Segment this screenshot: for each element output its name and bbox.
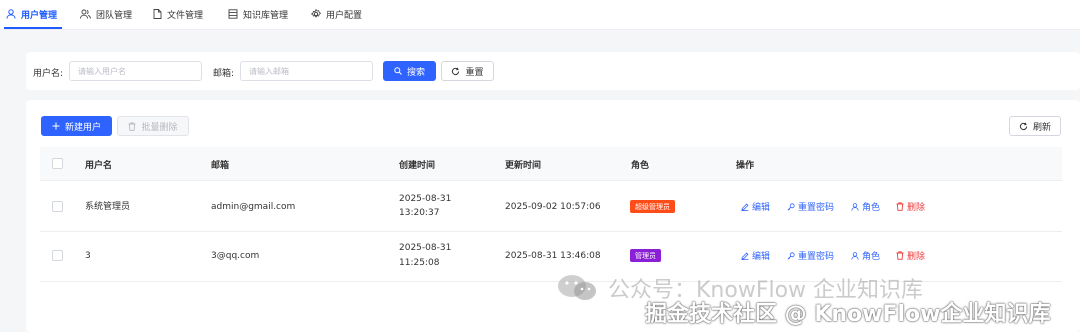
tab-label: 用户配置 [326,10,363,21]
user-icon [851,251,859,260]
row-divider [40,231,1062,232]
column-header-role[interactable]: 角色 [631,158,649,171]
tab-label: 文件管理 [167,10,204,21]
cell-email: 3@qq.com [211,251,260,261]
search-button-label: 搜索 [406,67,425,78]
tab-label: 用户管理 [21,10,58,21]
row-checkbox[interactable] [52,250,63,261]
tab-team-management[interactable]: 团队管理 [80,6,132,22]
file-icon [153,9,162,19]
reset-password-action[interactable]: 重置密码 [787,200,834,213]
column-header-username[interactable]: 用户名 [85,158,112,171]
wechat-icon [556,274,600,302]
delete-label: 删除 [907,252,926,262]
cell-updated: 2025-08-31 13:46:08 [505,251,601,261]
select-all-checkbox[interactable] [52,158,63,169]
tab-user-config[interactable]: 用户配置 [311,6,362,22]
user-icon [851,202,859,211]
cell-username: 3 [85,251,91,261]
tab-user-management[interactable]: 用户管理 [6,6,57,22]
refresh-icon [1019,122,1028,131]
username-filter-label: 用户名: [33,69,64,79]
tab-label: 知识库管理 [243,10,289,21]
role-label: 角色 [862,252,881,262]
batch-delete-label: 批量删除 [141,122,178,133]
email-search-input[interactable]: 请输入邮箱 [240,61,373,81]
role-action[interactable]: 角色 [851,200,880,213]
cell-email: admin@gmail.com [211,202,296,212]
reset-password-label: 重置密码 [798,203,835,213]
search-icon [394,67,402,75]
plus-icon [52,122,60,130]
tab-label: 团队管理 [96,10,133,21]
refresh-label: 刷新 [1032,122,1051,133]
tab-file-management[interactable]: 文件管理 [153,6,203,22]
refresh-button[interactable]: 刷新 [1009,116,1061,136]
database-icon [228,9,238,19]
delete-action[interactable]: 删除 [896,200,925,213]
reset-password-label: 重置密码 [798,252,835,262]
edit-label: 编辑 [752,203,771,213]
refresh-icon [451,67,460,76]
cell-username: 系统管理员 [85,202,131,212]
column-header-created[interactable]: 创建时间 [399,158,435,171]
batch-delete-button[interactable]: 批量删除 [117,116,189,136]
edit-action[interactable]: 编辑 [741,249,770,262]
tab-bar: 用户管理 团队管理 文件管理 知识库管理 用户配置 [0,0,1080,30]
email-filter-label: 邮箱: [213,69,235,79]
role-badge: 管理员 [630,249,661,262]
cell-updated: 2025-09-02 10:57:06 [505,202,601,212]
username-search-input[interactable]: 请输入用户名 [69,61,202,81]
new-user-button[interactable]: 新建用户 [41,116,112,136]
key-icon [787,202,795,211]
edit-icon [741,252,749,260]
edit-icon [741,203,749,211]
user-icon [6,9,16,19]
delete-action[interactable]: 删除 [896,249,925,262]
table-header [40,147,1062,181]
edit-label: 编辑 [752,252,771,262]
column-header-updated[interactable]: 更新时间 [505,158,541,171]
column-header-actions: 操作 [736,161,755,171]
cell-created-time: 11:25:08 [399,258,440,268]
trash-icon [128,121,136,131]
gear-icon [311,9,321,19]
active-tab-indicator [4,27,62,29]
cell-created-date: 2025-08-31 [399,243,452,253]
watermark-juejin: 掘金技术社区 @ KnowFlow企业知识库 [645,302,1051,327]
reset-button-label: 重置 [465,67,484,78]
column-header-email[interactable]: 邮箱 [211,158,229,171]
tab-knowledge-base[interactable]: 知识库管理 [228,6,288,22]
search-button[interactable]: 搜索 [383,61,436,81]
role-badge: 超级管理员 [630,200,675,213]
cell-created-time: 13:20:37 [399,208,440,218]
role-label: 角色 [862,203,881,213]
role-action[interactable]: 角色 [851,249,880,262]
delete-label: 删除 [907,203,926,213]
team-icon [80,9,91,19]
edit-action[interactable]: 编辑 [741,200,770,213]
trash-icon [896,202,904,211]
cell-created-date: 2025-08-31 [399,194,452,204]
reset-password-action[interactable]: 重置密码 [787,249,834,262]
key-icon [787,251,795,260]
trash-icon [896,251,904,260]
row-checkbox[interactable] [52,201,63,212]
new-user-label: 新建用户 [64,122,101,133]
reset-button[interactable]: 重置 [441,61,494,81]
